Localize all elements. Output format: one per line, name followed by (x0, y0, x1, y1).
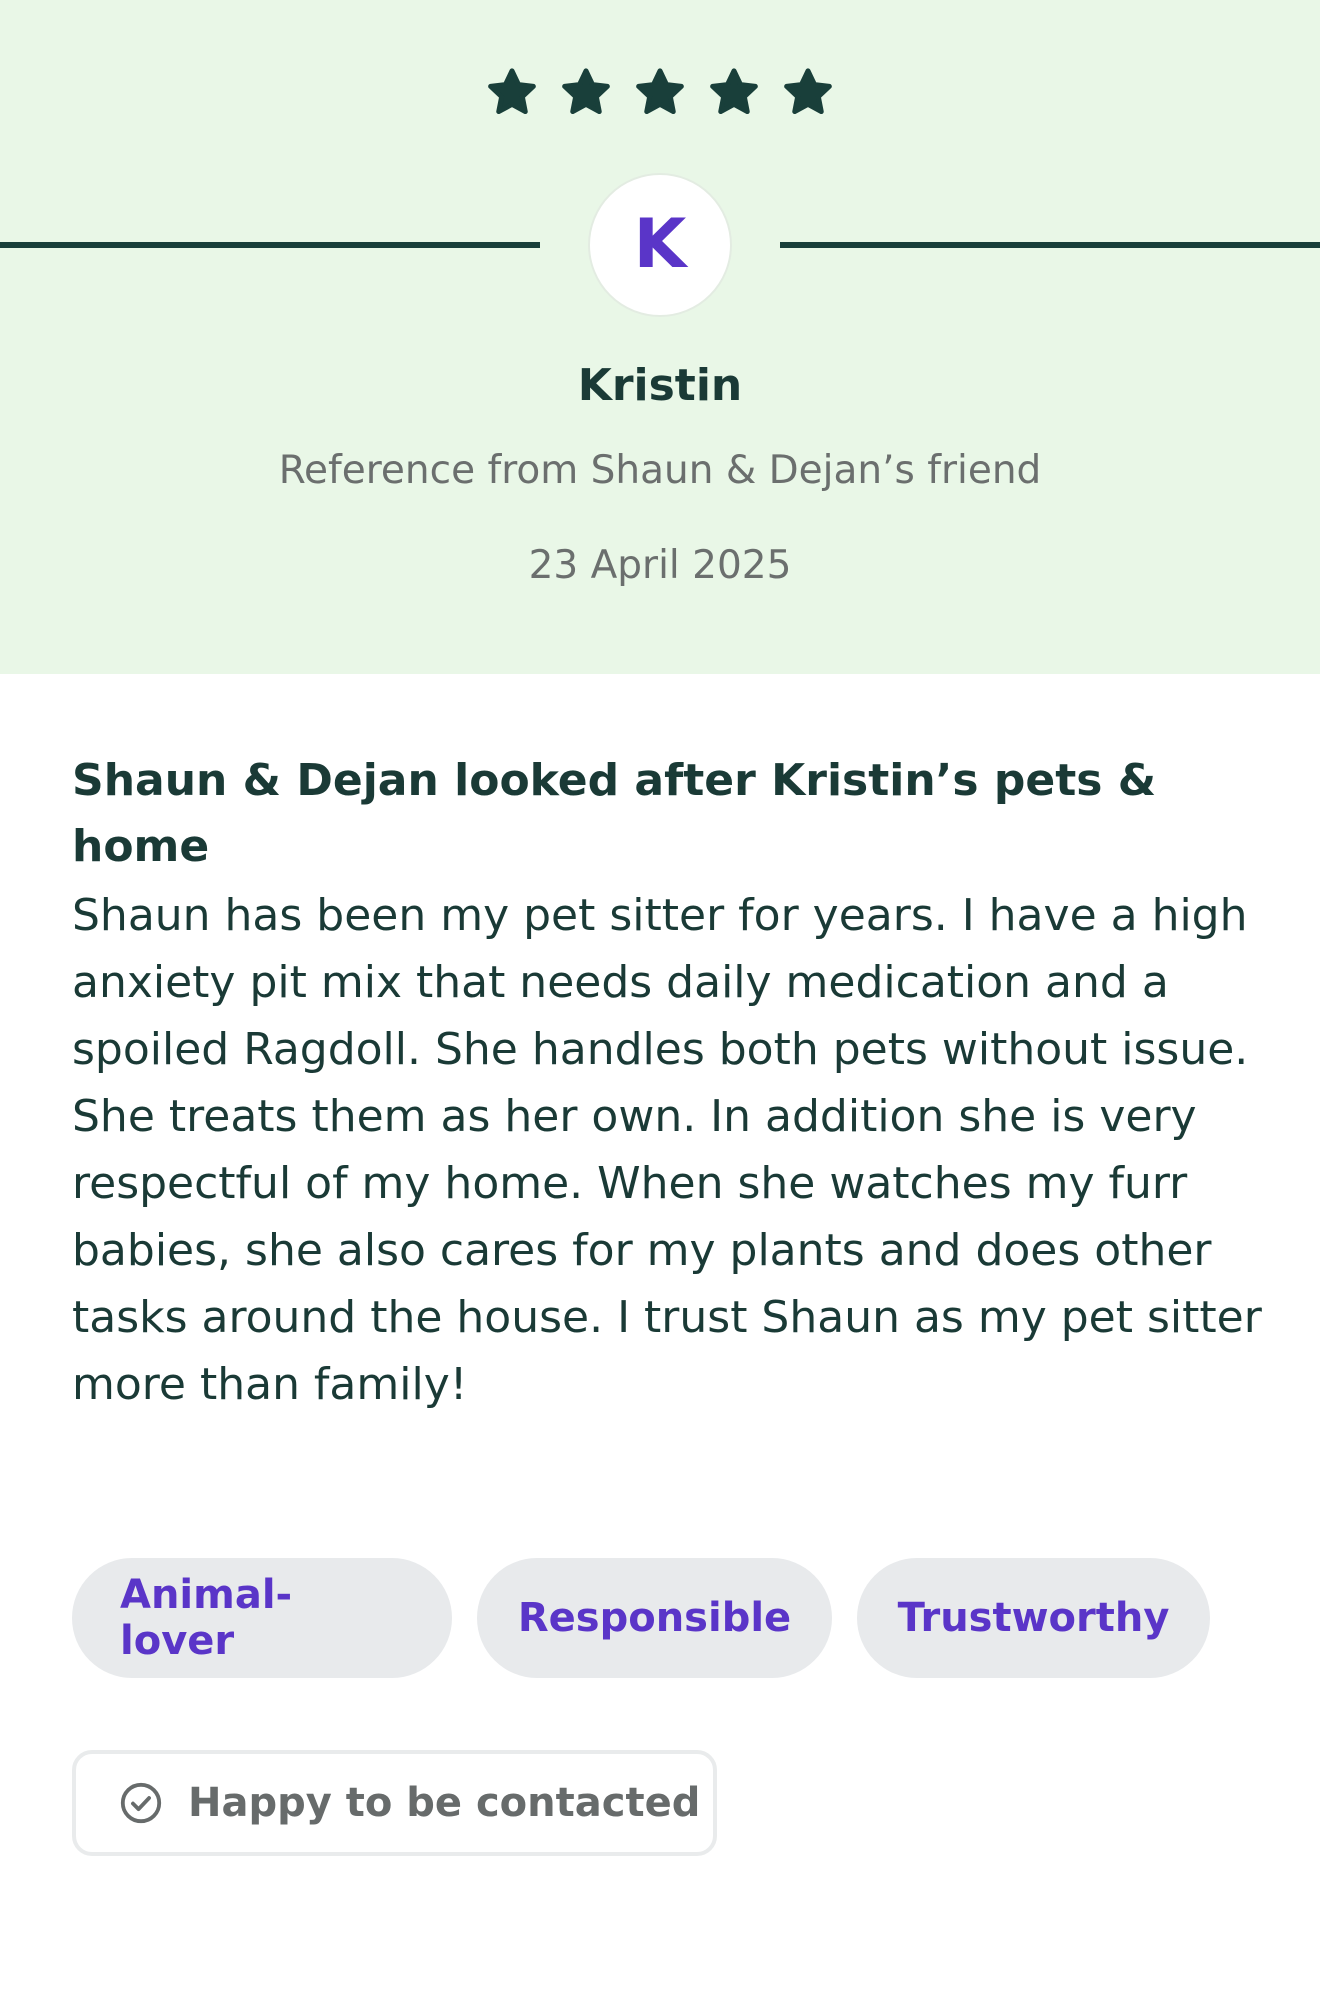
tag-animal-lover: Animal-lover (72, 1558, 452, 1678)
star-icon (559, 65, 613, 119)
divider-line-right (780, 242, 1320, 248)
contact-label: Happy to be contacted (188, 1780, 701, 1826)
review-text: Shaun has been my pet sitter for years. … (72, 890, 1262, 1410)
review-date: 23 April 2025 (528, 543, 792, 588)
star-icon (485, 65, 539, 119)
review-card: K Kristin Reference from Shaun & Dejan’s… (0, 0, 1320, 2006)
review-heading: Shaun & Dejan looked after Kristin’s pet… (72, 755, 1157, 872)
star-rating (0, 65, 1320, 119)
reference-relationship: Reference from Shaun & Dejan’s friend (278, 448, 1042, 493)
trait-tags: Animal-lover Responsible Trustworthy (72, 1558, 1210, 1678)
star-icon (633, 65, 687, 119)
check-circle-icon (118, 1780, 188, 1826)
avatar: K (590, 175, 730, 315)
tag-responsible: Responsible (477, 1558, 832, 1678)
reviewer-name: Kristin (577, 360, 743, 411)
avatar-initial: K (633, 205, 687, 284)
star-icon (781, 65, 835, 119)
divider-line-left (0, 242, 540, 248)
review-header: K Kristin Reference from Shaun & Dejan’s… (0, 0, 1320, 674)
tag-trustworthy: Trustworthy (857, 1558, 1210, 1678)
star-icon (707, 65, 761, 119)
contact-badge: Happy to be contacted (72, 1750, 717, 1856)
